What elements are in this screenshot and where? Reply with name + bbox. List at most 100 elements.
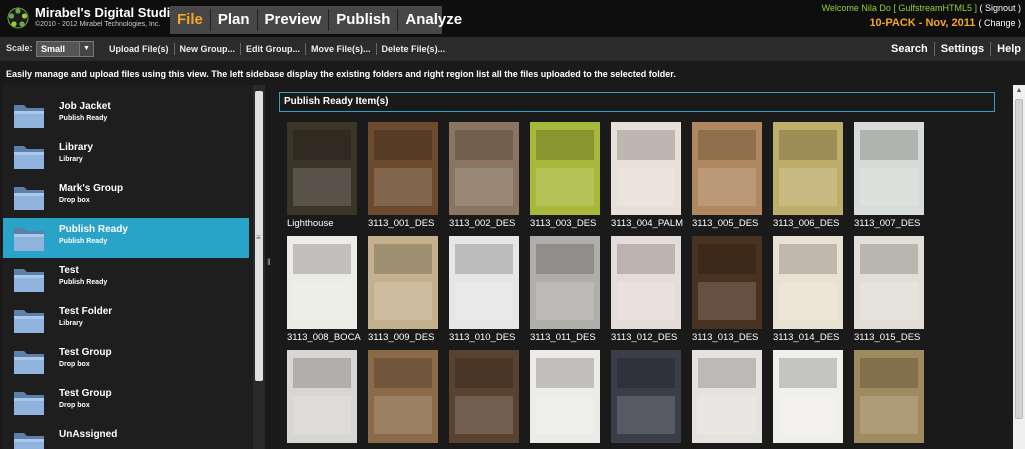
tab-plan[interactable]: Plan bbox=[211, 9, 258, 31]
file-thumbnail[interactable] bbox=[687, 350, 765, 449]
folder-item[interactable]: Publish Ready Publish Ready bbox=[3, 218, 249, 258]
package-name: 10-PACK - Nov, 2011 bbox=[869, 17, 976, 29]
folder-type: Publish Ready bbox=[59, 238, 108, 245]
file-grid-panel: Publish Ready Item(s) Lighthouse 3113_001… bbox=[274, 85, 1011, 449]
main-scrollbar[interactable]: ▲ bbox=[1013, 85, 1025, 449]
file-thumbnail[interactable] bbox=[363, 350, 441, 449]
settings-button[interactable]: Settings bbox=[935, 42, 992, 56]
thumbnail-photo-block bbox=[536, 244, 594, 274]
thumbnail-image bbox=[773, 122, 843, 215]
file-name: 3113_014_DES bbox=[773, 332, 840, 343]
thumbnail-photo-block bbox=[617, 244, 675, 274]
tab-file[interactable]: File bbox=[170, 9, 211, 31]
file-thumbnail[interactable]: 3113_002_DES bbox=[444, 122, 522, 230]
tab-preview[interactable]: Preview bbox=[258, 9, 330, 31]
search-button[interactable]: Search bbox=[885, 42, 935, 56]
file-thumbnail[interactable]: 3113_001_DES bbox=[363, 122, 441, 230]
folder-type: Publish Ready bbox=[59, 279, 108, 286]
thumbnail-text-block bbox=[860, 282, 918, 320]
file-name: 3113_015_DES bbox=[854, 332, 921, 343]
file-thumbnail[interactable] bbox=[849, 350, 927, 449]
scroll-up-icon[interactable]: ▲ bbox=[1013, 85, 1025, 97]
file-name: 3113_010_DES bbox=[449, 332, 516, 343]
folder-item[interactable]: Test Group Drop box bbox=[3, 341, 249, 381]
file-thumbnail[interactable]: Lighthouse bbox=[282, 122, 360, 230]
folder-item[interactable]: Test Group Drop box bbox=[3, 382, 249, 422]
app-copyright: ©2010 - 2012 Mirabel Technologies, Inc. bbox=[35, 21, 161, 28]
thumbnail-image bbox=[449, 236, 519, 329]
folder-item[interactable]: Job Jacket Publish Ready bbox=[3, 95, 249, 135]
file-thumbnail[interactable]: 3113_012_DES bbox=[606, 236, 684, 344]
info-text: Easily manage and upload files using thi… bbox=[0, 61, 1025, 85]
file-thumbnail[interactable]: 3113_011_DES bbox=[525, 236, 603, 344]
file-thumbnail[interactable]: 3113_009_DES bbox=[363, 236, 441, 344]
new-group-button[interactable]: New Group... bbox=[175, 43, 242, 55]
file-thumbnail[interactable] bbox=[282, 350, 360, 449]
upload-files-button[interactable]: Upload File(s) bbox=[104, 43, 175, 55]
folder-name: Publish Ready bbox=[59, 224, 128, 235]
file-name: 3113_002_DES bbox=[449, 218, 516, 229]
app-logo[interactable]: Mirabel's Digital Studio ©2010 - 2012 Mi… bbox=[4, 4, 178, 34]
file-thumbnail[interactable]: 3113_004_PALM bbox=[606, 122, 684, 230]
file-thumbnail[interactable]: 3113_008_BOCA bbox=[282, 236, 361, 344]
global-actions: Search Settings Help bbox=[885, 37, 1021, 61]
folder-item[interactable]: Test Folder Library bbox=[3, 300, 249, 340]
file-thumbnail[interactable]: 3113_013_DES bbox=[687, 236, 765, 344]
thumbnail-text-block bbox=[455, 396, 513, 434]
file-thumbnail[interactable]: 3113_010_DES bbox=[444, 236, 522, 344]
edit-group-button[interactable]: Edit Group... bbox=[241, 43, 307, 55]
thumbnail-text-block bbox=[779, 396, 837, 434]
folder-type: Publish Ready bbox=[59, 115, 108, 122]
toolbar: Scale: Small ▼ Upload File(s) New Group.… bbox=[0, 37, 1025, 61]
folder-icon bbox=[14, 105, 44, 128]
file-thumbnail[interactable]: 3113_014_DES bbox=[768, 236, 846, 344]
thumbnail-text-block bbox=[374, 282, 432, 320]
thumbnail-text-block bbox=[617, 168, 675, 206]
file-thumbnail[interactable]: 3113_006_DES bbox=[768, 122, 846, 230]
thumbnail-text-block bbox=[293, 396, 351, 434]
file-name: 3113_012_DES bbox=[611, 332, 678, 343]
thumbnail-text-block bbox=[374, 396, 432, 434]
pane-splitter[interactable]: ‖ bbox=[265, 85, 274, 449]
folder-name: Mark's Group bbox=[59, 183, 124, 194]
scale-label: Scale: bbox=[6, 43, 33, 53]
thumbnail-photo-block bbox=[617, 358, 675, 388]
delete-files-button[interactable]: Delete File(s)... bbox=[377, 43, 451, 55]
thumbnail-text-block bbox=[293, 168, 351, 206]
package-line: 10-PACK - Nov, 2011 ( Change ) bbox=[869, 17, 1021, 29]
thumbnail-text-block bbox=[779, 168, 837, 206]
move-files-button[interactable]: Move File(s)... bbox=[306, 43, 377, 55]
thumbnail-image bbox=[287, 236, 357, 329]
file-thumbnail[interactable]: 3113_005_DES bbox=[687, 122, 765, 230]
tab-analyze[interactable]: Analyze bbox=[398, 9, 469, 31]
main-scroll-thumb[interactable] bbox=[1015, 99, 1023, 419]
scale-dropdown[interactable]: Small ▼ bbox=[36, 41, 94, 57]
folder-item[interactable]: UnAssigned bbox=[3, 423, 249, 449]
sidebar-scrollbar[interactable]: ≡ bbox=[253, 85, 265, 449]
file-thumbnail[interactable] bbox=[525, 350, 603, 449]
file-thumbnail[interactable] bbox=[606, 350, 684, 449]
folder-name: Test Folder bbox=[59, 306, 113, 317]
thumbnail-photo-block bbox=[293, 130, 351, 160]
tab-publish[interactable]: Publish bbox=[329, 9, 399, 31]
thumbnail-text-block bbox=[617, 396, 675, 434]
thumbnail-photo-block bbox=[698, 244, 756, 274]
folder-type: Drop box bbox=[59, 361, 90, 368]
folder-item[interactable]: Library Library bbox=[3, 136, 249, 176]
folder-item[interactable]: Test Publish Ready bbox=[3, 259, 249, 299]
change-link[interactable]: ( Change ) bbox=[978, 18, 1021, 28]
file-thumbnail[interactable] bbox=[768, 350, 846, 449]
file-thumbnail[interactable]: 3113_003_DES bbox=[525, 122, 603, 230]
app-header: Mirabel's Digital Studio ©2010 - 2012 Mi… bbox=[0, 0, 1025, 37]
folder-item[interactable]: Mark's Group Drop box bbox=[3, 177, 249, 217]
file-thumbnail[interactable]: 3113_015_DES bbox=[849, 236, 927, 344]
signout-link[interactable]: ( Signout ) bbox=[979, 3, 1021, 13]
file-thumbnail[interactable] bbox=[444, 350, 522, 449]
welcome-line: Welcome Nila Do [ GulfstreamHTML5 ] ( Si… bbox=[822, 3, 1021, 13]
file-actions: Upload File(s) New Group... Edit Group..… bbox=[104, 37, 450, 61]
file-thumbnail[interactable]: 3113_007_DES bbox=[849, 122, 927, 230]
grip-icon: ≡ bbox=[256, 233, 261, 242]
folder-sidebar: Job Jacket Publish Ready Library Library Mar… bbox=[3, 85, 253, 449]
help-button[interactable]: Help bbox=[991, 42, 1021, 56]
main-nav: File Plan Preview Publish Analyze bbox=[170, 6, 462, 34]
